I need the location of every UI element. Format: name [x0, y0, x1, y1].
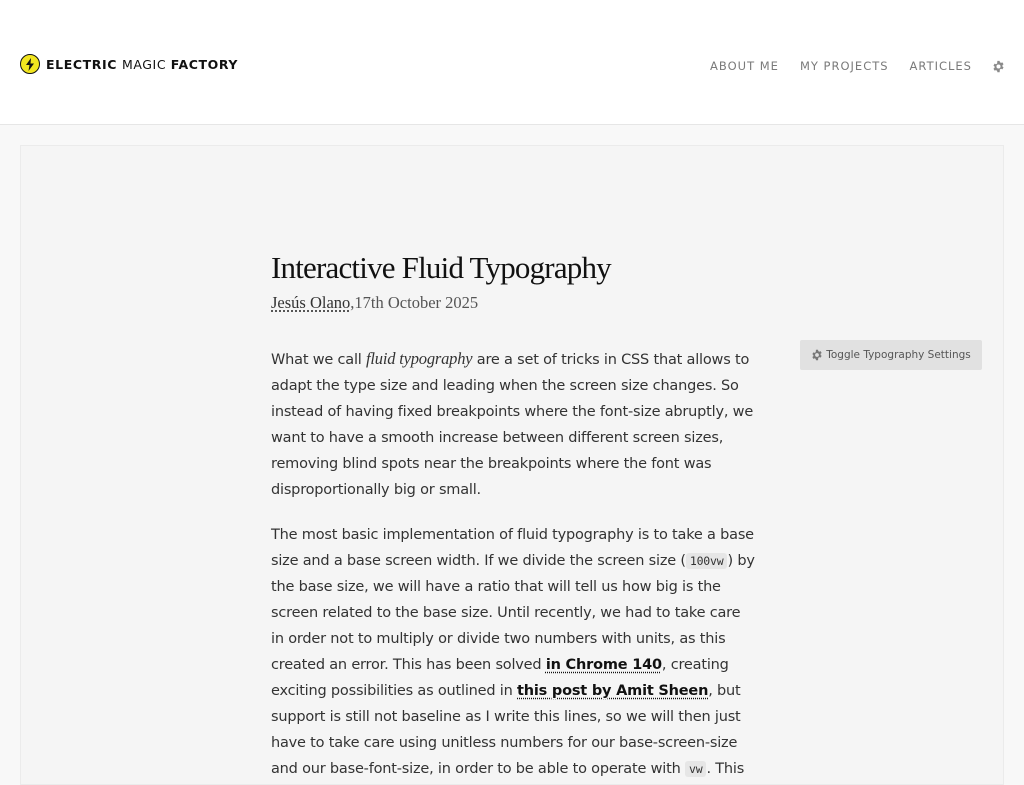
site-logo[interactable]: ELECTRIC MAGIC FACTORY	[20, 53, 238, 75]
nav-about-me[interactable]: ABOUT ME	[710, 59, 779, 73]
gear-icon[interactable]	[992, 60, 1005, 73]
paragraph-2: The most basic implementation of fluid t…	[271, 527, 755, 777]
nav-articles[interactable]: ARTICLES	[910, 59, 972, 73]
toggle-button-label: Toggle Typography Settings	[826, 349, 971, 361]
site-header: ELECTRIC MAGIC FACTORY ABOUT ME MY PROJE…	[0, 0, 1024, 125]
article-title: Interactive Fluid Typography	[271, 250, 612, 285]
gear-icon	[811, 349, 823, 361]
nav-my-projects[interactable]: MY PROJECTS	[800, 59, 889, 73]
paragraph-1: What we call fluid typography are a set …	[271, 349, 754, 498]
toggle-typography-settings-button[interactable]: Toggle Typography Settings	[800, 340, 982, 370]
link-chrome-140[interactable]: in Chrome 140	[546, 657, 662, 673]
byline: Jesús Olano,17th October 2025	[271, 292, 756, 314]
emphasis-fluid-typography: fluid typography	[366, 349, 473, 368]
lightning-bolt-icon	[20, 54, 40, 74]
main-nav: ABOUT ME MY PROJECTS ARTICLES	[689, 56, 1005, 76]
link-amit-sheen-post[interactable]: this post by Amit Sheen	[517, 683, 708, 699]
article: Interactive Fluid Typography Jesús Olano…	[271, 246, 756, 783]
inline-code-100vw: 100vw	[685, 553, 728, 570]
site-logo-text: ELECTRIC MAGIC FACTORY	[46, 56, 239, 72]
author-link[interactable]: Jesús Olano	[271, 293, 350, 312]
inline-code-vw: vw	[684, 760, 707, 777]
article-date: ,17th October 2025	[350, 293, 479, 312]
